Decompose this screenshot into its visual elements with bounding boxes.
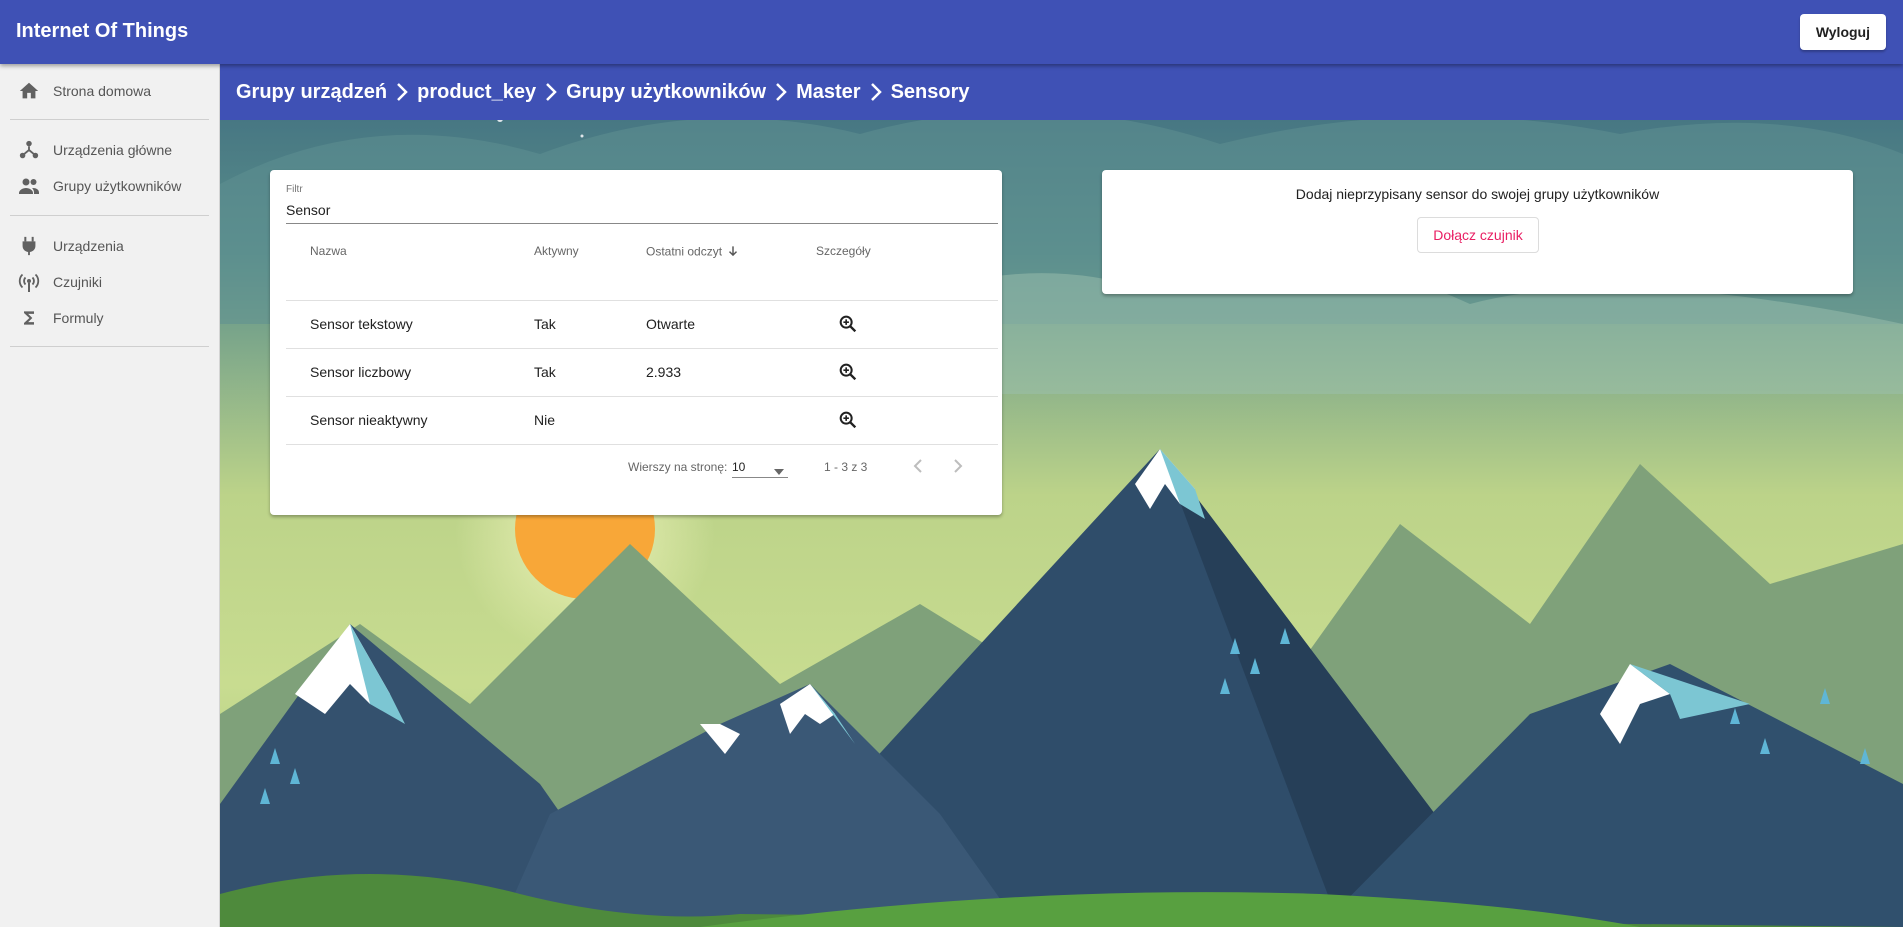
sidebar-item-home[interactable]: Strona domowa [0, 73, 219, 109]
rows-per-page-value: 10 [732, 460, 746, 474]
app-title: Internet Of Things [16, 20, 189, 42]
sidebar-divider [10, 346, 209, 347]
sidebar-item-user-groups[interactable]: Grupy użytkowników [0, 168, 219, 204]
cell-last-reading: 2.933 [646, 348, 816, 397]
sidebar-item-label: Urządzenia główne [53, 142, 173, 158]
breadcrumb-product-key[interactable]: product_key [417, 81, 536, 104]
cell-active: Tak [534, 348, 646, 397]
arrow-down-icon [726, 244, 740, 261]
table-header-row: Nazwa Aktywny Ostatni odczyt Szczegóły [286, 226, 998, 301]
cell-name: Sensor liczbowy [286, 348, 534, 397]
sidebar-item-label: Formuly [53, 310, 104, 326]
sidebar-divider [10, 119, 209, 120]
cell-active: Nie [534, 396, 646, 445]
chevron-left-icon [913, 459, 922, 473]
top-toolbar: Internet Of Things Wyloguj [0, 0, 1903, 64]
sidebar-item-label: Grupy użytkowników [53, 178, 182, 194]
sidebar-item-devices[interactable]: Urządzenia [0, 228, 219, 264]
filter-underline [286, 223, 998, 224]
cell-last-reading: Otwarte [646, 300, 816, 349]
column-header-last-reading[interactable]: Ostatni odczyt [646, 226, 816, 301]
rows-per-page-select[interactable]: 10 [732, 456, 788, 478]
table-row[interactable]: Sensor nieaktywny Nie [286, 396, 998, 445]
sidebar-item-label: Urządzenia [53, 238, 124, 254]
sidebar-item-main-devices[interactable]: Urządzenia główne [0, 132, 219, 168]
dropdown-arrow-icon [774, 464, 784, 478]
people-icon [17, 174, 41, 198]
sidebar-item-label: Strona domowa [53, 83, 152, 99]
sidebar-item-formulas[interactable]: Formuly [0, 300, 219, 336]
breadcrumb-sensors: Sensory [890, 80, 970, 103]
cell-active: Tak [534, 300, 646, 349]
column-header-details: Szczegóły [816, 226, 998, 301]
cell-name: Sensor tekstowy [286, 300, 534, 349]
column-header-name[interactable]: Nazwa [286, 226, 534, 301]
breadcrumb: Grupy urządzeń product_key Grupy użytkow… [220, 64, 1903, 120]
chevron-right-icon [393, 81, 411, 103]
sensors-table-card: Filtr Nazwa Aktywny Ostatni odczyt Szcze… [270, 170, 1002, 515]
filter-label: Filtr [286, 184, 303, 195]
cell-details [816, 396, 998, 445]
breadcrumb-device-groups[interactable]: Grupy urządzeń [236, 81, 387, 104]
chevron-right-icon [542, 81, 560, 103]
rows-per-page-label: Wierszy na stronę: [628, 460, 728, 474]
chevron-right-icon [954, 459, 963, 473]
zoom-in-icon[interactable] [836, 408, 860, 432]
chevron-right-icon [867, 81, 885, 103]
cell-name: Sensor nieaktywny [286, 396, 534, 445]
breadcrumb-master[interactable]: Master [796, 81, 860, 104]
zoom-in-icon[interactable] [836, 312, 860, 336]
page-range-label: 1 - 3 z 3 [824, 460, 868, 474]
sensors-table: Nazwa Aktywny Ostatni odczyt Szczegóły S… [286, 226, 998, 445]
table-row[interactable]: Sensor liczbowy Tak 2.933 [286, 348, 998, 397]
main-content: Grupy urządzeń product_key Grupy użytkow… [220, 64, 1903, 927]
antenna-icon [17, 270, 41, 294]
sidebar-divider [10, 215, 209, 216]
next-page-button[interactable] [946, 454, 970, 478]
attach-sensor-card: Dodaj nieprzypisany sensor do swojej gru… [1102, 170, 1853, 294]
cell-details [816, 348, 998, 397]
column-header-label: Ostatni odczyt [646, 244, 723, 259]
attach-sensor-button[interactable]: Dołącz czujnik [1417, 217, 1539, 253]
sidebar-item-sensors[interactable]: Czujniki [0, 264, 219, 300]
previous-page-button[interactable] [906, 454, 930, 478]
chevron-right-icon [772, 81, 790, 103]
attach-sensor-text: Dodaj nieprzypisany sensor do swojej gru… [1295, 186, 1660, 202]
sidebar: Strona domowa Urządzenia główne Grupy uż… [0, 64, 220, 927]
column-header-active[interactable]: Aktywny [534, 226, 646, 301]
breadcrumb-user-groups[interactable]: Grupy użytkowników [566, 81, 766, 104]
sigma-icon [17, 306, 41, 330]
logout-button[interactable]: Wyloguj [1799, 14, 1886, 50]
zoom-in-icon[interactable] [836, 360, 860, 384]
cell-last-reading [646, 396, 816, 445]
sidebar-item-label: Czujniki [53, 274, 103, 290]
hub-icon [17, 138, 41, 162]
paginator: Wierszy na stronę: 10 1 - 3 z 3 [270, 452, 998, 480]
table-row[interactable]: Sensor tekstowy Tak Otwarte [286, 300, 998, 349]
cell-details [816, 300, 998, 349]
home-icon [17, 79, 41, 103]
filter-input[interactable] [286, 200, 998, 220]
plug-icon [17, 234, 41, 258]
